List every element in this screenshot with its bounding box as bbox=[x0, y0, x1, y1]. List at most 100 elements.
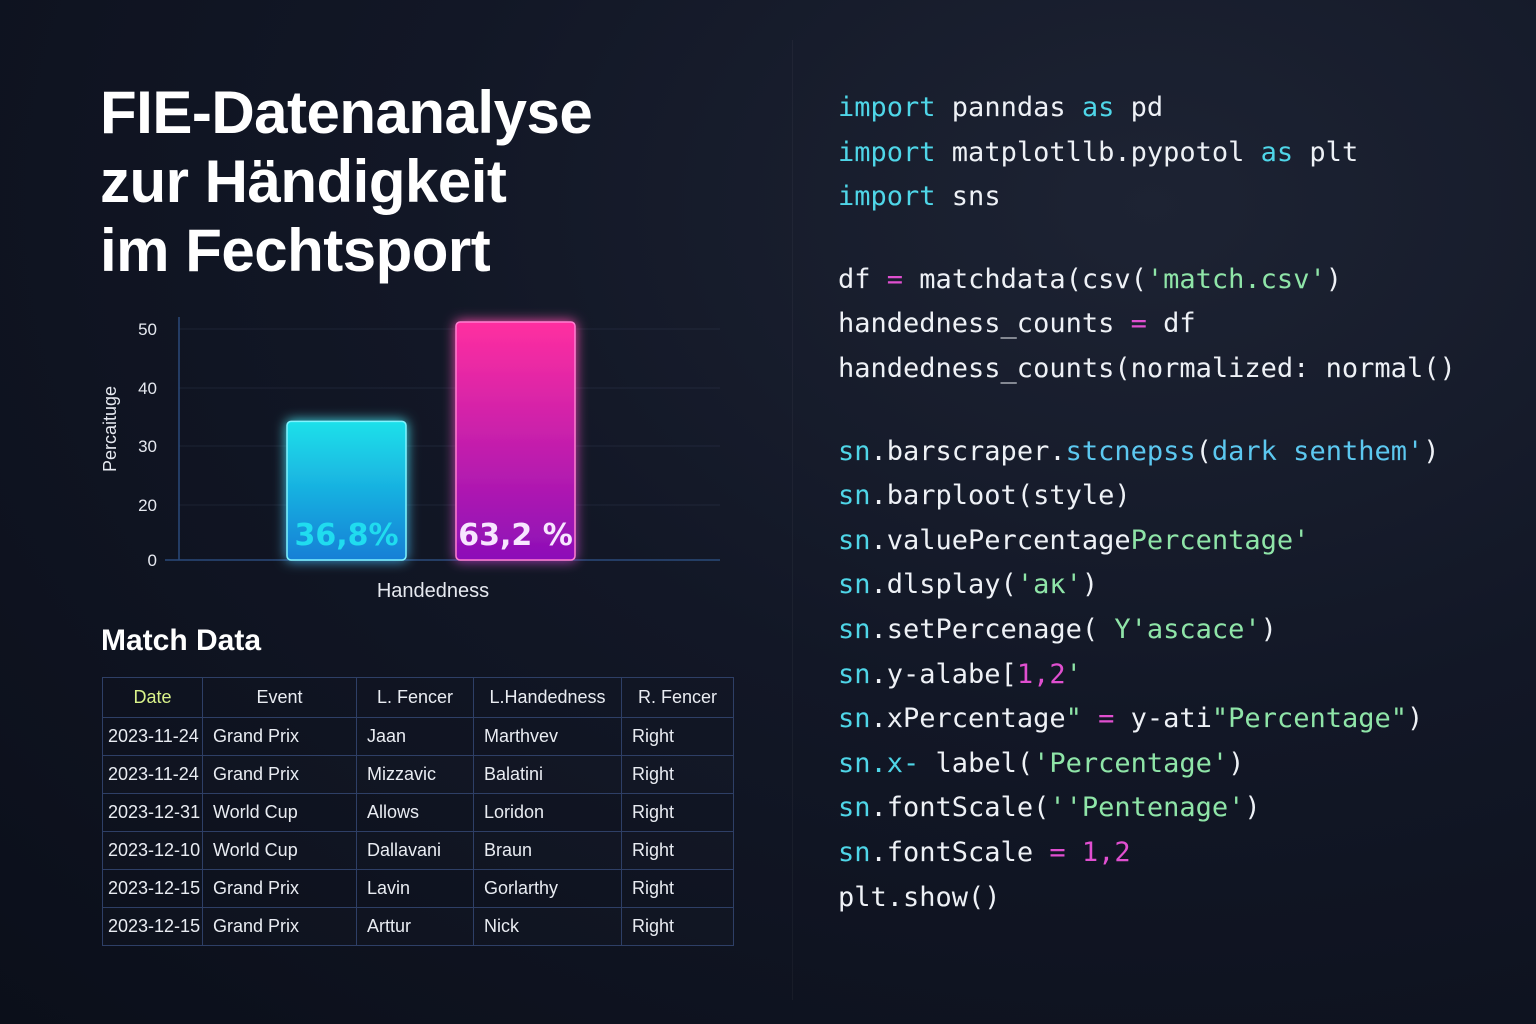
table-header-row: Date Event L. Fencer L.Handedness R. Fen… bbox=[102, 677, 734, 718]
x-axis-label: Handedness bbox=[377, 580, 489, 602]
cell-r-fencer: Right bbox=[621, 907, 734, 946]
cell-event: World Cup bbox=[202, 831, 357, 870]
code-token: dark senthem' bbox=[1211, 435, 1424, 467]
code-token: pd bbox=[1114, 92, 1164, 123]
code-token: 'Percentage' bbox=[1033, 747, 1229, 779]
cell-r-fencer: Right bbox=[621, 717, 734, 756]
cell-date: 2023-12-15 bbox=[102, 869, 203, 908]
code-token: ) bbox=[1423, 435, 1440, 467]
cell-l-fencer: Mizzavic bbox=[356, 755, 474, 794]
code-line: df = matchdata(csv('match.csv') bbox=[838, 258, 1456, 303]
cell-l-fencer: Allows bbox=[356, 793, 474, 832]
cell-date: 2023-12-15 bbox=[102, 907, 203, 946]
code-line: sn.barploot(style) bbox=[838, 474, 1456, 519]
code-token: import bbox=[838, 92, 936, 123]
code-token: ) bbox=[1244, 792, 1261, 824]
code-token: handedness_counts(normalized: normal() bbox=[838, 352, 1456, 384]
code-token: ) bbox=[1260, 613, 1277, 645]
code-token: ' bbox=[1065, 658, 1082, 690]
cell-date: 2023-11-24 bbox=[102, 755, 203, 794]
cell-event: Grand Prix bbox=[202, 907, 357, 946]
code-token: import bbox=[838, 181, 936, 213]
bar-data-label: 36,8% bbox=[294, 518, 398, 553]
y-tick-labels: 0 20 30 40 50 bbox=[138, 320, 157, 570]
cell-l-fencer: Arttur bbox=[356, 907, 474, 946]
table-row: 2023-11-24 Grand Prix Jaan Marthvev Right bbox=[102, 717, 734, 756]
code-token: = bbox=[1130, 308, 1147, 340]
code-token: panndas bbox=[935, 92, 1082, 123]
code-line: sn.x- label('Percentage') bbox=[838, 742, 1456, 787]
cell-date: 2023-12-31 bbox=[102, 793, 203, 832]
code-token: ) bbox=[1407, 703, 1424, 735]
header-event: Event bbox=[202, 677, 357, 718]
code-token: ) bbox=[1081, 569, 1099, 601]
code-token: "Percentage" bbox=[1211, 703, 1407, 735]
code-token: .xPercentage bbox=[870, 703, 1066, 735]
code-line: sn.barscraper.stcnepss(dark senthem') bbox=[838, 430, 1456, 475]
code-token: ( bbox=[1195, 435, 1212, 467]
table-row: 2023-12-15 Grand Prix Lavin Gorlarthy Right bbox=[102, 869, 734, 908]
code-line: import matplotllb.pypotol as plt bbox=[838, 131, 1456, 176]
cell-event: Grand Prix bbox=[202, 869, 357, 908]
code-token: plt bbox=[1293, 136, 1359, 168]
y-axis-label: Percaituge bbox=[100, 386, 120, 472]
code-line: sn.fontScale(''Pentenage') bbox=[838, 786, 1456, 831]
code-line: sn.dlsplay('aĸ') bbox=[838, 563, 1456, 608]
page-title: FIE-Datenanalyse zur Händigkeit im Fecht… bbox=[100, 78, 740, 285]
handedness-bar-chart: 0 20 30 40 50 36,8% 63,2 % Percaituge Handedn… bbox=[100, 317, 720, 602]
gridlines bbox=[179, 328, 720, 506]
code-token: .setPercenage( bbox=[870, 613, 1115, 645]
code-token: sns bbox=[935, 181, 1001, 213]
code-token: .barploot(style) bbox=[870, 480, 1131, 512]
title-line-2: zur Händigkeit bbox=[100, 148, 507, 215]
code-token: matplotllb.pypotol bbox=[935, 136, 1261, 168]
code-token: Y'ascace' bbox=[1114, 613, 1261, 645]
code-token: sn bbox=[838, 792, 871, 824]
cell-l-handedness: Nick bbox=[473, 907, 622, 946]
code-line: sn.setPercenage( Y'ascace') bbox=[838, 608, 1456, 653]
code-token: .x- bbox=[870, 747, 920, 779]
code-line: handedness_counts = df bbox=[838, 302, 1456, 347]
code-token: ) bbox=[1325, 263, 1342, 295]
code-token: df bbox=[1146, 308, 1196, 340]
code-token: plt.show() bbox=[838, 881, 1001, 913]
cell-l-handedness: Braun bbox=[473, 831, 622, 870]
code-token: Percentage' bbox=[1130, 524, 1310, 556]
code-token: 1,2 bbox=[1016, 658, 1066, 690]
code-token: matchdata(csv( bbox=[903, 263, 1147, 295]
y-tick-label: 50 bbox=[138, 320, 157, 339]
cell-date: 2023-11-24 bbox=[102, 717, 203, 756]
code-token: ''Pentenage' bbox=[1049, 792, 1245, 824]
cell-event: Grand Prix bbox=[202, 717, 357, 756]
code-line: handedness_counts(normalized: normal() bbox=[838, 347, 1456, 392]
table-row: 2023-12-15 Grand Prix Arttur Nick Right bbox=[102, 907, 734, 946]
code-line: import sns bbox=[838, 175, 1456, 220]
code-token: = bbox=[1081, 703, 1131, 735]
y-tick-label: 20 bbox=[138, 496, 157, 515]
cell-date: 2023-12-10 bbox=[102, 831, 203, 870]
code-token: = bbox=[886, 263, 904, 295]
code-token: " bbox=[1065, 703, 1082, 735]
cell-r-fencer: Right bbox=[621, 755, 734, 794]
code-token: as bbox=[1260, 136, 1294, 168]
code-token: .y-alabe[ bbox=[870, 658, 1017, 690]
bars: 36,8% 63,2 % bbox=[286, 321, 576, 561]
header-l-fencer: L. Fencer bbox=[356, 677, 474, 718]
cell-l-fencer: Lavin bbox=[356, 869, 474, 908]
code-line: import panndas as pd bbox=[838, 86, 1456, 131]
y-tick-label: 30 bbox=[138, 437, 157, 456]
cell-l-fencer: Dallavani bbox=[356, 831, 474, 870]
code-token: 1,2 bbox=[1081, 836, 1131, 868]
code-line: sn.y-alabe[1,2' bbox=[838, 653, 1456, 698]
code-token: sn bbox=[838, 524, 871, 556]
code-editor: import panndas as pd import matplotllb.py… bbox=[838, 86, 1456, 920]
match-data-title: Match Data bbox=[101, 624, 262, 657]
cell-event: World Cup bbox=[202, 793, 357, 832]
y-tick-label: 40 bbox=[138, 379, 157, 398]
code-token: sn bbox=[838, 703, 871, 735]
code-token: .fontScale( bbox=[870, 792, 1050, 824]
code-token: handedness_counts bbox=[838, 308, 1131, 340]
